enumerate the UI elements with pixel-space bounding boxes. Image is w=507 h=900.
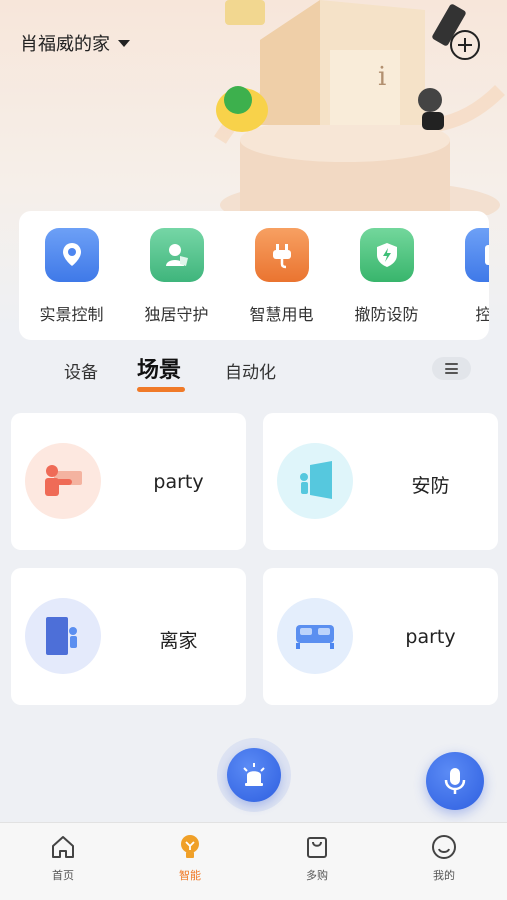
nav-label: 首页 [52,869,74,882]
quick-action-solo-guard[interactable]: 独居守护 [124,211,229,340]
alarm-button[interactable] [227,748,281,802]
scene-name: party [405,626,456,648]
nav-label: 我的 [433,869,455,882]
party-scene-icon [25,443,101,519]
alarm-siren-icon [243,763,265,786]
nav-label: 多购 [306,869,328,882]
tab-automation[interactable]: 自动化 [225,358,276,383]
shopping-bag-icon [307,837,327,858]
location-pin-icon [45,228,99,282]
quick-action-scene-control[interactable]: 实景控制 [19,211,124,340]
quick-action-label: 智慧用电 [249,305,314,324]
voice-button[interactable] [426,752,484,810]
quick-action-control[interactable]: 控制 [439,211,489,340]
leave-home-icon [25,598,101,674]
svg-text:i: i [378,62,386,92]
nav-label: 智能 [179,869,201,882]
nav-me[interactable]: 我的 [381,823,507,900]
smiley-icon [432,835,456,859]
home-selector[interactable]: 肖福威的家 [20,30,130,56]
tab-scenes[interactable]: 场景 [137,352,181,384]
quick-action-arm-disarm[interactable]: 撤防设防 [334,211,439,340]
menu-icon [445,363,458,365]
quick-action-label: 撤防设防 [354,305,419,324]
bottom-nav: 首页 智能 多购 我的 [0,822,507,900]
quick-action-label: 控制 [475,305,489,324]
nav-shop[interactable]: 多购 [254,823,380,900]
quick-action-label: 实景控制 [39,305,104,324]
quick-action-smart-power[interactable]: 智慧用电 [229,211,334,340]
security-door-icon [277,443,353,519]
scene-tabs: 设备 场景 自动化 [0,350,507,395]
scene-card-security[interactable]: 安防 [263,413,498,550]
plus-circle-icon[interactable] [450,30,480,60]
shield-bolt-icon [360,228,414,282]
menu-button[interactable] [432,357,471,380]
nav-home[interactable]: 首页 [0,823,126,900]
panel-icon [465,228,489,282]
quick-action-label: 独居守护 [144,305,209,324]
scene-name: party [153,471,204,493]
nav-smart[interactable]: 智能 [127,823,253,900]
scene-card-party[interactable]: party [11,413,246,550]
scene-name: 离家 [159,630,198,652]
tab-devices[interactable]: 设备 [64,358,98,383]
scene-name: 安防 [411,475,450,497]
bed-icon [277,598,353,674]
smart-bulb-icon [181,835,199,858]
active-tab-indicator [137,387,185,392]
quick-actions-card: 实景控制 独居守护 智慧用电 撤防设防 控制 [19,211,489,340]
person-shield-icon [150,228,204,282]
caret-down-icon [118,39,130,47]
home-name: 肖福威的家 [20,34,110,55]
home-icon [52,836,74,858]
scene-card-leave-home[interactable]: 离家 [11,568,246,705]
scene-card-bedroom-party[interactable]: party [263,568,498,705]
microphone-icon [444,768,466,794]
plug-icon [255,228,309,282]
